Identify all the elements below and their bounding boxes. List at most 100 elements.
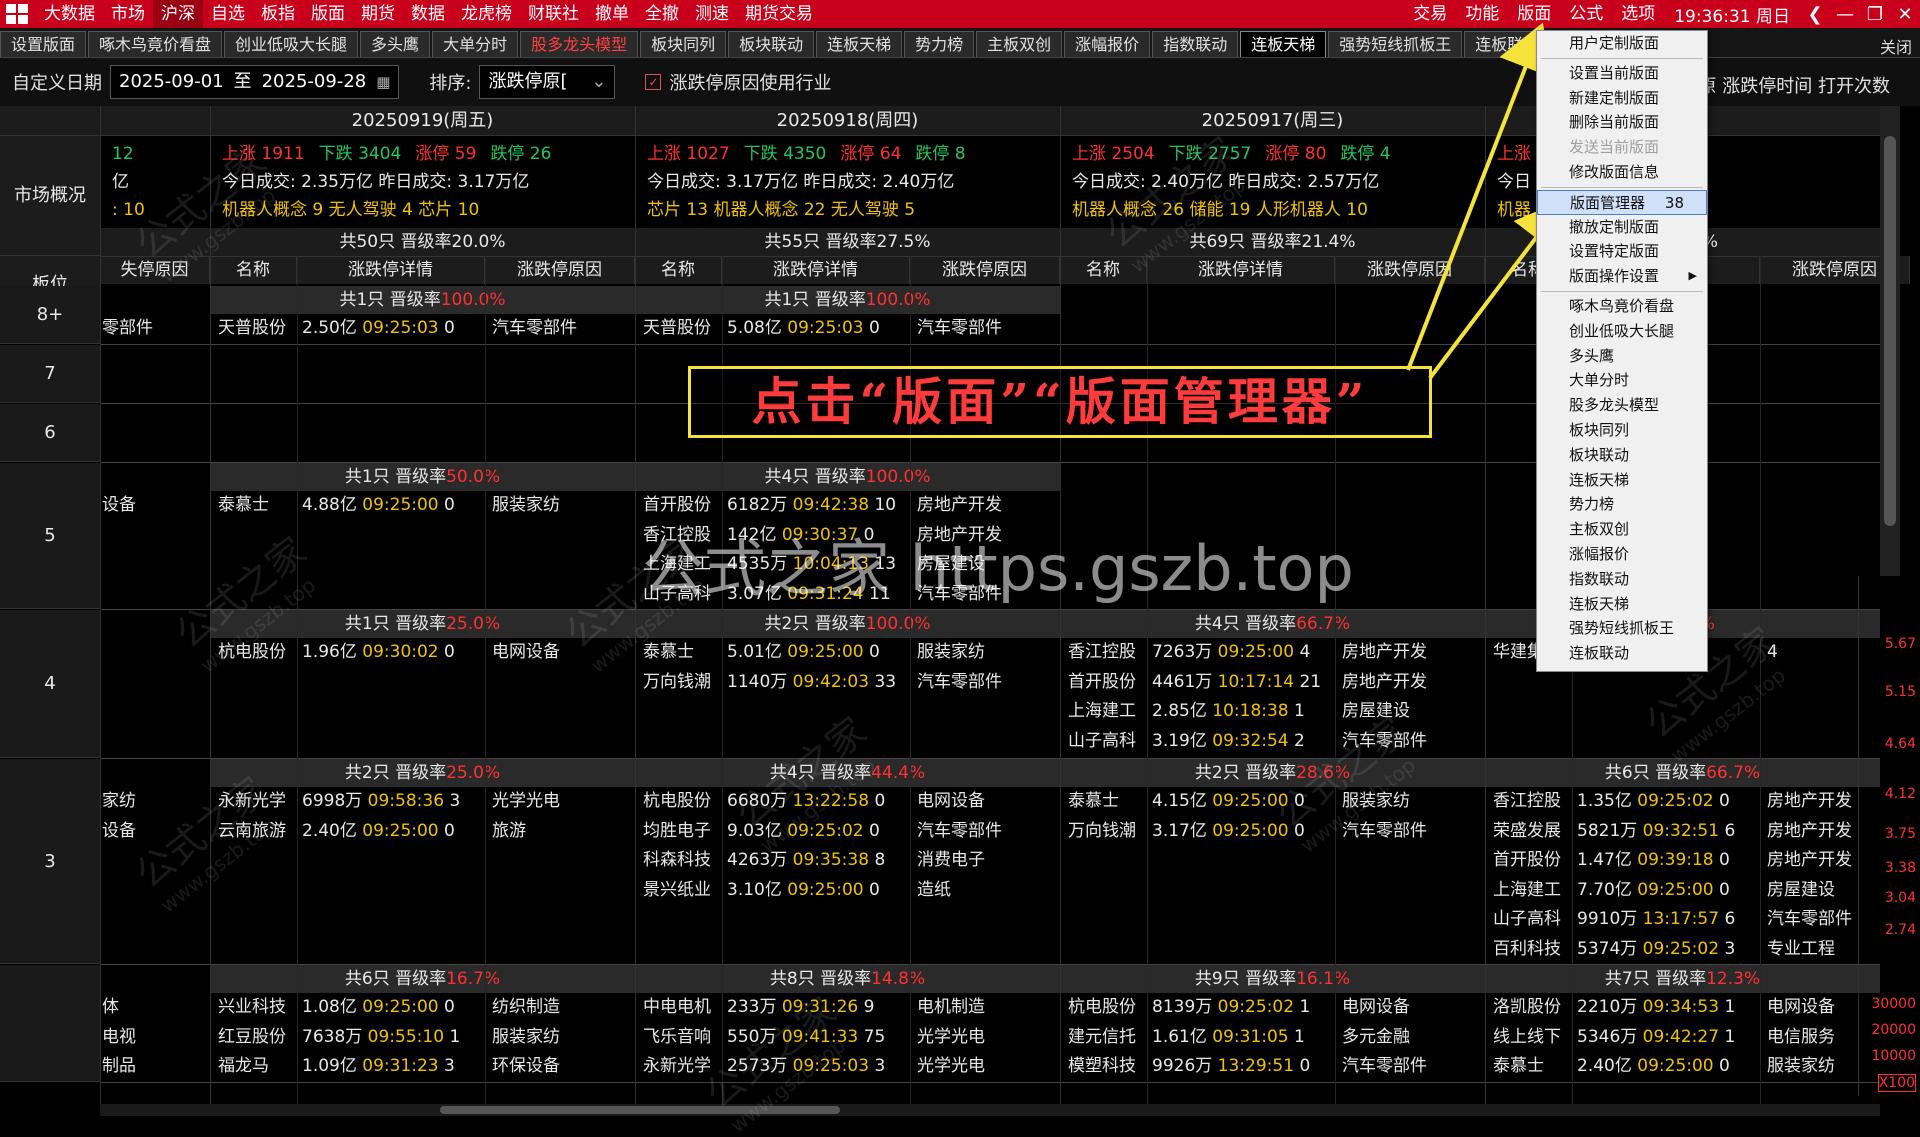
dropdown-item-22[interactable]: 主板双创	[1537, 517, 1707, 542]
open-count: 9	[863, 997, 875, 1017]
limit-time: 09:42:03	[792, 671, 875, 692]
tab-8[interactable]: 连板天梯	[816, 31, 903, 57]
dropdown-item-label: 主板双创	[1569, 520, 1630, 539]
turnover-value: 1.09亿	[302, 1056, 363, 1076]
tab-0[interactable]: 设置版面	[0, 31, 87, 57]
date-separator: 至	[233, 71, 252, 92]
open-count: 1	[1294, 701, 1305, 721]
tab-7[interactable]: 板块联动	[728, 31, 815, 57]
dropdown-item-19[interactable]: 板块联动	[1537, 443, 1707, 468]
turnover-value: 7638万	[302, 1026, 368, 1047]
dropdown-item-15[interactable]: 多头鹰	[1537, 344, 1707, 369]
stock-name-6-0-4: 洛凯股份	[1493, 997, 1561, 1017]
sort-select[interactable]: 涨跌停原[ ⌄	[479, 65, 616, 99]
turnover-value: 1140万	[727, 671, 793, 692]
partial-reason-3-0: 设备	[102, 495, 136, 515]
tab-4[interactable]: 大单分时	[432, 31, 519, 57]
tab-14[interactable]: 强势短线抓板王	[1328, 31, 1463, 57]
dropdown-item-20[interactable]: 连板天梯	[1537, 468, 1707, 493]
dropdown-item-10[interactable]: 设置特定版面	[1537, 239, 1707, 264]
menu-item-1[interactable]: 市场	[103, 0, 153, 28]
dropdown-item-6[interactable]: 修改版面信息	[1537, 160, 1707, 185]
menu-item-7[interactable]: 数据	[403, 0, 453, 28]
tab-3[interactable]: 多头鹰	[360, 31, 431, 57]
dropdown-item-2[interactable]: 设置当前版面	[1537, 61, 1707, 86]
stock-name-5-0-4: 香江控股	[1493, 791, 1561, 811]
level-4: 4	[0, 610, 100, 758]
dropdown-item-21[interactable]: 势力榜	[1537, 492, 1707, 517]
dropdown-item-8[interactable]: 版面管理器 38	[1537, 189, 1707, 215]
dropdown-item-13[interactable]: 啄木鸟竟价看盘	[1537, 294, 1707, 319]
menu-item-10[interactable]: 撤单	[587, 0, 637, 28]
app-grid-icon[interactable]	[6, 4, 28, 24]
dropdown-item-9[interactable]: 撤放定制版面	[1537, 215, 1707, 240]
summary-6-1: 共6只 晋级率16.7%	[210, 965, 635, 993]
industry-checkbox[interactable]: ✓	[645, 74, 662, 90]
restore-icon[interactable]: ❐	[1860, 4, 1890, 25]
dropdown-item-4[interactable]: 删除当前版面	[1537, 110, 1707, 135]
menu-item-0[interactable]: 大数据	[36, 0, 103, 28]
tab-13[interactable]: 连板天梯	[1240, 31, 1327, 57]
menu-right-item-4[interactable]: 选项	[1612, 0, 1664, 28]
close-icon[interactable]: ✕	[1890, 4, 1920, 25]
tab-close-button[interactable]: 关闭	[1880, 34, 1912, 58]
turnover-value: 3.17亿	[1152, 820, 1213, 841]
dropdown-item-27[interactable]: 连板联动	[1537, 641, 1707, 666]
dropdown-item-25[interactable]: 连板天梯	[1537, 592, 1707, 617]
stock-reason-6-2-1: 环保设备	[492, 1056, 560, 1076]
summary-5-1: 共2只 晋级率25.0%	[210, 759, 635, 787]
tab-6[interactable]: 板块同列	[640, 31, 727, 57]
turnover-2: 今日成交: 3.17万亿 昨日成交: 2.40万亿	[647, 172, 955, 192]
menu-right-item-0[interactable]: 交易	[1404, 0, 1456, 28]
calendar-icon[interactable]: ▦	[376, 66, 390, 98]
menu-item-5[interactable]: 版面	[303, 0, 353, 28]
dropdown-item-26[interactable]: 强势短线抓板王	[1537, 616, 1707, 641]
dropdown-item-14[interactable]: 创业低吸大长腿	[1537, 319, 1707, 344]
dropdown-item-23[interactable]: 涨幅报价	[1537, 542, 1707, 567]
back-icon[interactable]: ❮	[1800, 4, 1830, 25]
menu-item-12[interactable]: 测速	[687, 0, 737, 28]
dropdown-item-18[interactable]: 板块同列	[1537, 418, 1707, 443]
date-from[interactable]: 2025-09-01	[119, 66, 224, 98]
limit-time: 09:25:00	[362, 820, 445, 841]
dropdown-item-label: 涨幅报价	[1569, 544, 1630, 563]
stat-3-0: 上涨 2504	[1072, 144, 1155, 164]
dropdown-item-17[interactable]: 股多龙头模型	[1537, 393, 1707, 418]
menu-item-3[interactable]: 自选	[203, 0, 253, 28]
tab-2[interactable]: 创业低吸大长腿	[224, 31, 359, 57]
level-3: 5	[0, 463, 100, 609]
limit-time: 09:39:18	[1637, 850, 1720, 870]
menu-item-11[interactable]: 全撤	[637, 0, 687, 28]
menu-item-2[interactable]: 沪深	[153, 0, 203, 28]
menu-item-6[interactable]: 期货	[353, 0, 403, 28]
date-range-input[interactable]: 2025-09-01 至 2025-09-28 ▦	[110, 65, 400, 99]
tab-9[interactable]: 势力榜	[904, 31, 975, 57]
tab-1[interactable]: 啄木鸟竟价看盘	[88, 31, 223, 57]
menu-right-item-2[interactable]: 版面	[1508, 0, 1560, 28]
menu-right-item-3[interactable]: 公式	[1560, 0, 1612, 28]
dropdown-item-0[interactable]: 用户定制版面	[1537, 31, 1707, 56]
menu-separator	[1541, 57, 1703, 59]
menu-item-8[interactable]: 龙虎榜	[453, 0, 520, 28]
tab-12[interactable]: 指数联动	[1152, 31, 1239, 57]
menu-item-13[interactable]: 期货交易	[737, 0, 821, 28]
dropdown-item-24[interactable]: 指数联动	[1537, 567, 1707, 592]
menu-right-item-1[interactable]: 功能	[1456, 0, 1508, 28]
dropdown-item-16[interactable]: 大单分时	[1537, 368, 1707, 393]
vertical-scrollbar[interactable]	[1880, 106, 1900, 576]
tab-10[interactable]: 主板双创	[976, 31, 1063, 57]
stock-name-6-1-3: 建元信托	[1068, 1026, 1136, 1047]
stock-reason-6-2-3: 汽车零部件	[1342, 1056, 1427, 1076]
price-tick-5: 3.38	[1884, 860, 1916, 876]
summary-6-4: 共7只 晋级率12.3%	[1485, 965, 1880, 993]
horizontal-scrollbar[interactable]	[100, 1104, 1880, 1116]
dropdown-item-3[interactable]: 新建定制版面	[1537, 86, 1707, 111]
menu-item-9[interactable]: 财联社	[520, 0, 587, 28]
tab-11[interactable]: 涨幅报价	[1064, 31, 1151, 57]
turnover-value: 5.08亿	[727, 318, 788, 338]
menu-item-4[interactable]: 板指	[253, 0, 303, 28]
minimize-icon[interactable]: —	[1830, 4, 1860, 25]
dropdown-item-11[interactable]: 版面操作设置 ▶	[1537, 264, 1707, 289]
tab-5[interactable]: 股多龙头模型	[520, 31, 639, 57]
date-to[interactable]: 2025-09-28	[262, 66, 367, 98]
